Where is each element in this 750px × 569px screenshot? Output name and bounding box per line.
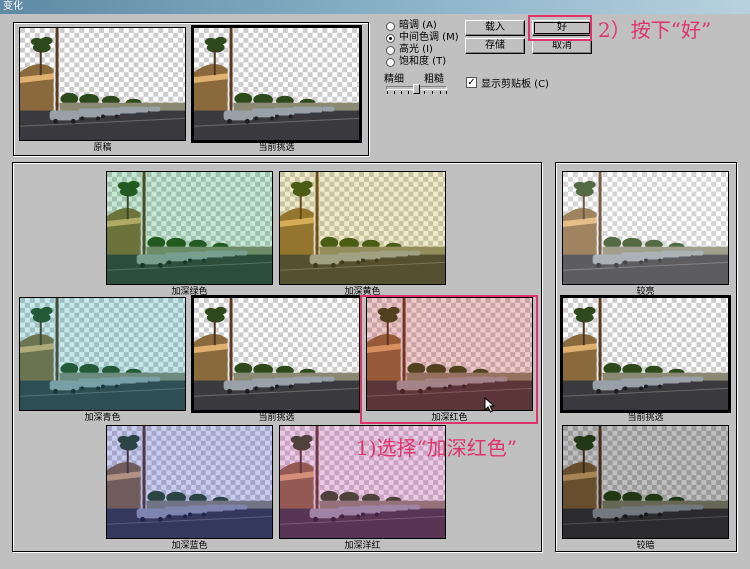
thumb-current-pick-right-label: 当前挑选 [627,413,664,423]
slider-coarse-label: 粗糙 [424,74,444,85]
thumb-lighter[interactable] [562,171,729,285]
thumb-original-label: 原稿 [93,143,112,153]
slider-tick [408,91,409,94]
slider-tick [424,91,425,94]
radio-midtones[interactable]: 中间色调 (M) [386,32,459,44]
radio-highlights[interactable]: 高光 (I) [386,44,433,56]
thumb-more-cyan[interactable] [19,297,186,411]
thumb-current-pick-top-label: 当前挑选 [258,143,295,153]
thumb-more-yellow[interactable] [279,171,446,285]
radio-saturation-label: 饱和度 (T) [399,56,447,67]
slider-tick [401,91,402,94]
radio-saturation[interactable]: 饱和度 (T) [386,56,446,68]
thumb-current-pick-center-label: 当前挑选 [258,413,295,423]
annotation-step2: 2）按下“好” [598,18,712,42]
slider-tick [432,91,433,94]
thumb-more-green[interactable] [106,171,273,285]
window-title: 变化 [0,0,750,14]
slider-fine-label: 精细 [384,74,404,85]
annotation-highlight-more-red [360,295,538,424]
radio-shadows-dot[interactable] [386,21,395,31]
mouse-cursor-icon [484,397,496,413]
radio-shadows-label: 暗调 (A) [399,20,437,31]
thumb-darker[interactable] [562,425,729,539]
slider-tick [440,91,441,94]
thumb-current-pick-center[interactable] [191,295,362,413]
thumb-original [19,27,186,141]
annotation-step1: 1)选择“加深红色” [356,436,517,460]
show-clipping-checkbox-row[interactable]: ✓ 显示剪贴板 (C) [466,75,549,90]
thumb-current-pick-right[interactable] [560,295,731,413]
radio-midtones-dot[interactable] [386,33,395,43]
thumb-more-blue[interactable] [106,425,273,539]
thumb-darker-label: 较暗 [636,541,655,551]
show-clipping-label: 显示剪贴板 (C) [481,79,549,90]
radio-saturation-dot[interactable] [386,57,395,67]
annotation-highlight-ok [528,15,592,41]
radio-midtones-label: 中间色调 (M) [399,32,459,43]
save-button[interactable]: 存储 [465,38,525,54]
thumb-more-blue-label: 加深蓝色 [171,541,208,551]
radio-highlights-dot[interactable] [386,45,395,55]
thumb-more-cyan-label: 加深青色 [84,413,121,423]
load-button[interactable]: 载入 [465,20,525,36]
slider-tick [446,91,447,94]
radio-shadows[interactable]: 暗调 (A) [386,20,437,32]
fine-coarse-slider-thumb[interactable] [413,84,420,94]
show-clipping-checkbox[interactable]: ✓ [466,77,477,88]
thumb-more-magenta-label: 加深洋红 [344,541,381,551]
slider-tick [394,91,395,94]
radio-highlights-label: 高光 (I) [399,44,433,55]
thumb-current-pick-top [191,25,362,143]
slider-tick [387,91,388,94]
